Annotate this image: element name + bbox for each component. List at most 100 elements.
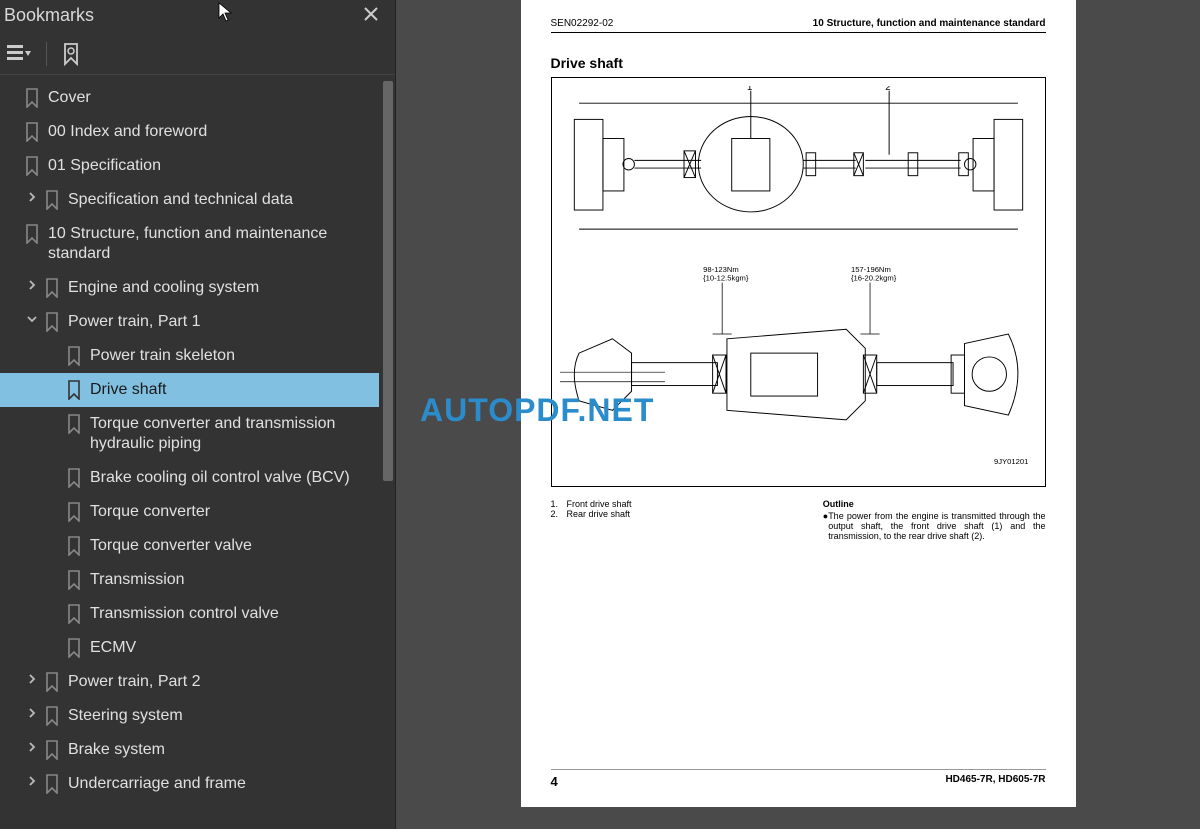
bookmark-item[interactable]: Transmission control valve xyxy=(0,597,379,631)
bookmark-item[interactable]: Engine and cooling system xyxy=(0,271,379,305)
expander-spacer xyxy=(44,604,64,606)
bookmark-icon xyxy=(64,638,84,658)
bookmark-label: Engine and cooling system xyxy=(68,278,375,298)
bookmark-icon xyxy=(42,672,62,692)
chevron-right-icon[interactable] xyxy=(22,740,42,752)
model-label: HD465-7R, HD605-7R xyxy=(945,774,1045,789)
bookmark-label: Torque converter xyxy=(90,502,375,522)
bookmark-label: Steering system xyxy=(68,706,375,726)
bookmark-tree: Cover 00 Index and foreword 01 Specificati… xyxy=(0,81,395,801)
legend-right: Outline ● The power from the engine is t… xyxy=(823,499,1046,541)
expander-spacer xyxy=(44,502,64,504)
header-doc-id: SEN02292-02 xyxy=(551,18,614,29)
bookmark-label: Specification and technical data xyxy=(68,190,375,210)
bookmark-label: Brake system xyxy=(68,740,375,760)
bookmark-item[interactable]: Torque converter and transmission hydrau… xyxy=(0,407,379,461)
bookmark-icon xyxy=(22,156,42,176)
page-number: 4 xyxy=(551,774,558,789)
bookmark-icon xyxy=(64,414,84,434)
torque-2b: {16-20.2kgm} xyxy=(850,274,896,283)
bookmark-item[interactable]: Power train, Part 2 xyxy=(0,665,379,699)
bookmark-item[interactable]: Drive shaft xyxy=(0,373,379,407)
section-title: Drive shaft xyxy=(551,55,1046,71)
bookmark-icon xyxy=(42,774,62,794)
sidebar-title: Bookmarks xyxy=(0,5,359,26)
bookmark-item[interactable]: Torque converter xyxy=(0,495,379,529)
bookmark-icon xyxy=(64,468,84,488)
bookmark-icon xyxy=(22,88,42,108)
expander-spacer xyxy=(2,224,22,226)
bookmark-item[interactable]: Undercarriage and frame xyxy=(0,767,379,801)
bookmark-item[interactable]: 01 Specification xyxy=(0,149,379,183)
bookmark-icon xyxy=(42,190,62,210)
bookmark-item[interactable]: Power train, Part 1 xyxy=(0,305,379,339)
expander-spacer xyxy=(44,570,64,572)
chevron-right-icon[interactable] xyxy=(22,774,42,786)
bookmark-item[interactable]: Power train skeleton xyxy=(0,339,379,373)
bookmark-item[interactable]: 10 Structure, function and maintenance s… xyxy=(0,217,379,271)
chevron-right-icon[interactable] xyxy=(22,672,42,684)
bookmark-icon xyxy=(64,570,84,590)
watermark: AUTOPDF.NET xyxy=(420,392,654,429)
chevron-right-icon[interactable] xyxy=(22,278,42,290)
callout-1: 1 xyxy=(746,86,751,93)
expander-spacer xyxy=(2,156,22,158)
bookmark-item[interactable]: Brake cooling oil control valve (BCV) xyxy=(0,461,379,495)
legend-row: 1.Front drive shaft 2.Rear drive shaft O… xyxy=(551,499,1046,541)
legend-left: 1.Front drive shaft 2.Rear drive shaft xyxy=(551,499,823,541)
page-footer: 4 HD465-7R, HD605-7R xyxy=(551,769,1046,789)
bookmark-label: 10 Structure, function and maintenance s… xyxy=(48,224,375,264)
legend-num-1: 1. xyxy=(551,499,567,509)
outline-title: Outline xyxy=(823,499,1046,509)
bookmark-icon xyxy=(64,604,84,624)
bookmark-label: Power train, Part 1 xyxy=(68,312,375,332)
expander-spacer xyxy=(44,638,64,640)
bookmark-icon xyxy=(64,380,84,400)
outline-body: The power from the engine is transmitted… xyxy=(828,511,1045,541)
legend-label-1: Front drive shaft xyxy=(567,499,632,509)
bookmark-icon xyxy=(42,706,62,726)
expander-spacer xyxy=(44,414,64,416)
cursor-icon xyxy=(218,2,234,29)
bookmark-icon xyxy=(64,346,84,366)
find-bookmark-icon[interactable] xyxy=(61,42,81,66)
bookmark-item[interactable]: Brake system xyxy=(0,733,379,767)
bookmark-item[interactable]: 00 Index and foreword xyxy=(0,115,379,149)
bookmark-label: Torque converter valve xyxy=(90,536,375,556)
bookmark-item[interactable]: ECMV xyxy=(0,631,379,665)
bookmark-tree-container: Cover 00 Index and foreword 01 Specificati… xyxy=(0,81,395,829)
bookmark-label: Brake cooling oil control valve (BCV) xyxy=(90,468,375,488)
chevron-down-icon[interactable] xyxy=(22,312,42,324)
bookmark-label: Power train, Part 2 xyxy=(68,672,375,692)
bookmark-item[interactable]: Torque converter valve xyxy=(0,529,379,563)
options-icon[interactable] xyxy=(6,43,32,65)
bookmark-icon xyxy=(22,224,42,244)
bookmark-item[interactable]: Cover xyxy=(0,81,379,115)
scrollbar[interactable] xyxy=(383,81,393,481)
bookmark-label: Cover xyxy=(48,88,375,108)
bookmark-icon xyxy=(42,312,62,332)
chevron-right-icon[interactable] xyxy=(22,190,42,202)
bookmark-label: Drive shaft xyxy=(90,380,375,400)
bookmark-label: ECMV xyxy=(90,638,375,658)
bookmark-icon xyxy=(22,122,42,142)
bookmarks-sidebar: Bookmarks Cover 00 Index and foreword 01 S… xyxy=(0,0,396,829)
expander-spacer xyxy=(44,346,64,348)
legend-label-2: Rear drive shaft xyxy=(567,509,631,519)
expander-spacer xyxy=(44,536,64,538)
bookmark-label: Transmission control valve xyxy=(90,604,375,624)
bookmark-icon xyxy=(42,278,62,298)
bookmark-icon xyxy=(64,536,84,556)
close-icon[interactable] xyxy=(359,2,383,28)
bookmark-label: Transmission xyxy=(90,570,375,590)
chevron-right-icon[interactable] xyxy=(22,706,42,718)
callout-2: 2 xyxy=(885,86,890,93)
bookmark-item[interactable]: Steering system xyxy=(0,699,379,733)
bookmark-label: 01 Specification xyxy=(48,156,375,176)
sidebar-toolbar xyxy=(0,34,395,75)
header-section: 10 Structure, function and maintenance s… xyxy=(813,18,1046,29)
page-header: SEN02292-02 10 Structure, function and m… xyxy=(551,18,1046,33)
expander-spacer xyxy=(2,88,22,90)
bookmark-item[interactable]: Specification and technical data xyxy=(0,183,379,217)
bookmark-item[interactable]: Transmission xyxy=(0,563,379,597)
